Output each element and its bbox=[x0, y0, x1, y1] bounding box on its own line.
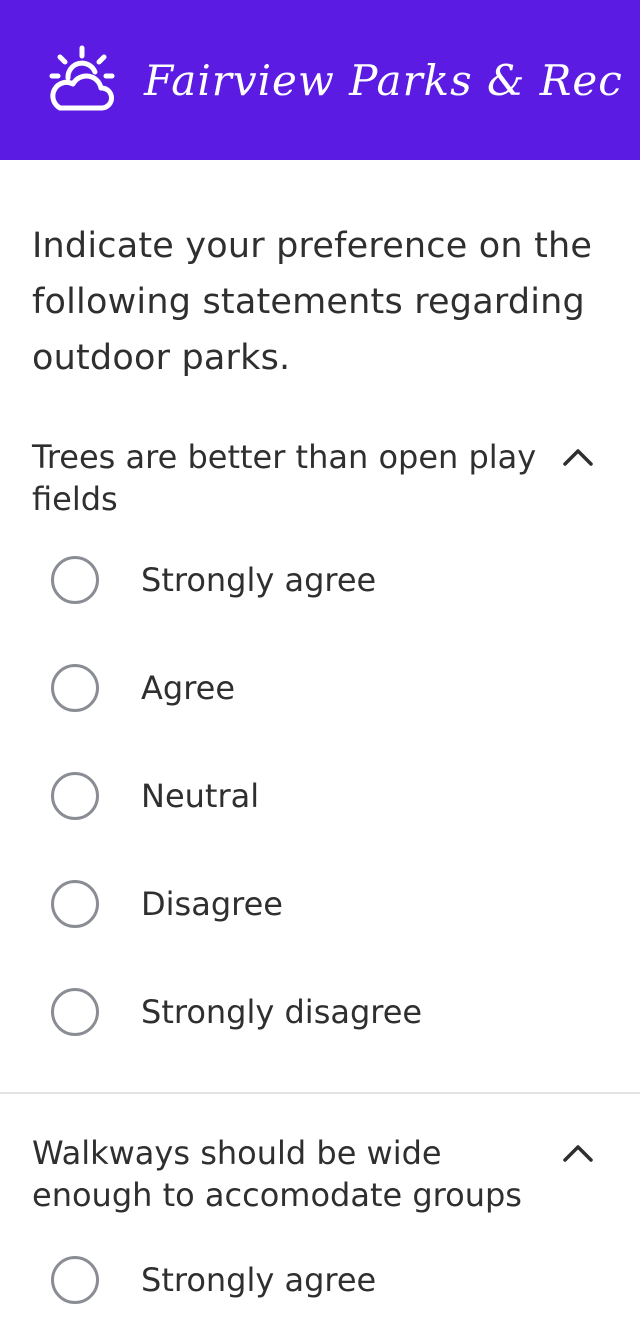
option-strongly-agree[interactable]: Strongly agree bbox=[0, 526, 640, 634]
radio-group: Strongly agree Agree Neutral Disagree St… bbox=[0, 526, 640, 1066]
radio-button[interactable] bbox=[51, 880, 99, 928]
question-header[interactable]: Walkways should be wide enough to accomo… bbox=[0, 1132, 640, 1216]
radio-button[interactable] bbox=[51, 556, 99, 604]
question-header[interactable]: Trees are better than open play fields bbox=[0, 436, 640, 520]
chevron-up-icon[interactable] bbox=[562, 1142, 594, 1166]
option-label: Strongly disagree bbox=[141, 993, 423, 1031]
question-statement: Walkways should be wide enough to accomo… bbox=[32, 1134, 522, 1214]
app-title: Fairview Parks & Rec bbox=[144, 55, 623, 105]
option-agree[interactable]: Agree bbox=[0, 634, 640, 742]
option-label: Agree bbox=[141, 669, 236, 707]
option-label: Neutral bbox=[141, 777, 260, 815]
chevron-up-icon[interactable] bbox=[562, 446, 594, 470]
option-label: Strongly agree bbox=[141, 1261, 377, 1299]
app-header: Fairview Parks & Rec bbox=[0, 0, 640, 160]
option-strongly-agree[interactable]: Strongly agree bbox=[0, 1226, 640, 1326]
option-disagree[interactable]: Disagree bbox=[0, 850, 640, 958]
radio-group: Strongly agree bbox=[0, 1226, 640, 1326]
survey-instructions: Indicate your preference on the followin… bbox=[32, 226, 593, 378]
option-strongly-disagree[interactable]: Strongly disagree bbox=[0, 958, 640, 1066]
sun-cloud-icon bbox=[49, 45, 115, 111]
question-1: Trees are better than open play fields S… bbox=[0, 436, 640, 1066]
radio-button[interactable] bbox=[51, 1256, 99, 1304]
option-label: Strongly agree bbox=[141, 561, 377, 599]
option-neutral[interactable]: Neutral bbox=[0, 742, 640, 850]
question-statement: Trees are better than open play fields bbox=[32, 438, 537, 518]
radio-button[interactable] bbox=[51, 988, 99, 1036]
radio-button[interactable] bbox=[51, 664, 99, 712]
radio-button[interactable] bbox=[51, 772, 99, 820]
question-2: Walkways should be wide enough to accomo… bbox=[0, 1132, 640, 1326]
option-label: Disagree bbox=[141, 885, 283, 923]
section-divider bbox=[0, 1092, 640, 1094]
